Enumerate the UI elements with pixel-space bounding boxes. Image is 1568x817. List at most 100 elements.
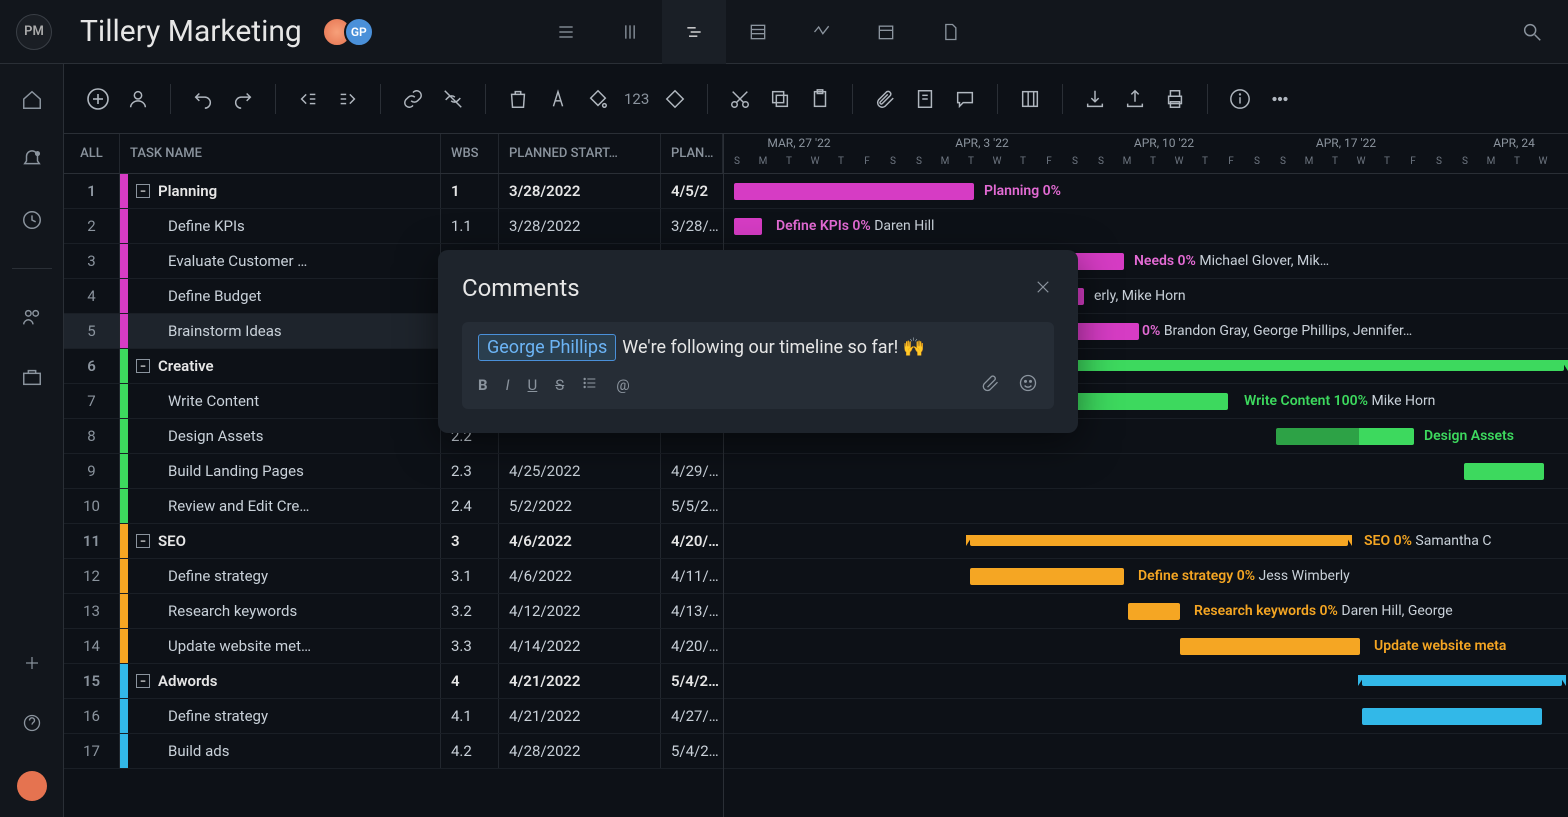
project-members[interactable]: GP	[322, 17, 374, 47]
start-cell[interactable]: 4/6/2022	[499, 559, 661, 593]
fill-color-button[interactable]	[584, 85, 612, 113]
mention-chip[interactable]: George Phillips	[478, 334, 616, 361]
wbs-cell[interactable]: 3.3	[441, 629, 499, 663]
emoji-icon[interactable]	[1018, 373, 1038, 397]
wbs-cell[interactable]: 1	[441, 174, 499, 208]
list-button[interactable]	[582, 375, 598, 395]
wbs-cell[interactable]: 1.1	[441, 209, 499, 243]
team-icon[interactable]	[20, 305, 44, 329]
collapse-icon[interactable]: −	[136, 534, 150, 548]
add-icon[interactable]	[20, 651, 44, 675]
dashboard-view-tab[interactable]	[790, 0, 854, 64]
column-header-name[interactable]: TASK NAME	[120, 134, 441, 173]
delete-button[interactable]	[504, 85, 532, 113]
task-row[interactable]: 17 Build ads 4.2 4/28/2022 5/4/2…	[64, 734, 723, 769]
start-cell[interactable]: 4/21/2022	[499, 664, 661, 698]
gantt-chart[interactable]: MAR, 27 '22APR, 3 '22APR, 10 '22APR, 17 …	[724, 134, 1568, 817]
wbs-cell[interactable]: 3.2	[441, 594, 499, 628]
notifications-icon[interactable]	[20, 148, 44, 172]
start-cell[interactable]: 3/28/2022	[499, 174, 661, 208]
wbs-cell[interactable]: 4	[441, 664, 499, 698]
wbs-cell[interactable]: 4.1	[441, 699, 499, 733]
wbs-cell[interactable]: 3.1	[441, 559, 499, 593]
indent-button[interactable]	[334, 85, 362, 113]
task-row[interactable]: 15 −Adwords 4 4/21/2022 5/4/2…	[64, 664, 723, 699]
gantt-bar[interactable]	[1180, 638, 1360, 655]
task-name-cell[interactable]: −SEO	[128, 524, 441, 558]
text-color-button[interactable]	[544, 85, 572, 113]
print-button[interactable]	[1161, 85, 1189, 113]
collapse-icon[interactable]: −	[136, 184, 150, 198]
wbs-cell[interactable]: 3	[441, 524, 499, 558]
collapse-icon[interactable]: −	[136, 359, 150, 373]
end-cell[interactable]: 5/5/2…	[661, 489, 723, 523]
italic-button[interactable]: I	[506, 376, 510, 394]
attach-icon[interactable]	[980, 373, 1000, 397]
gantt-bar[interactable]	[734, 218, 762, 235]
task-row[interactable]: 11 −SEO 3 4/6/2022 4/20/…	[64, 524, 723, 559]
end-cell[interactable]: 4/5/2	[661, 174, 723, 208]
start-cell[interactable]: 3/28/2022	[499, 209, 661, 243]
end-cell[interactable]: 5/4/2…	[661, 664, 723, 698]
start-cell[interactable]: 4/28/2022	[499, 734, 661, 768]
task-row[interactable]: 1 −Planning 1 3/28/2022 4/5/2	[64, 174, 723, 209]
mention-button[interactable]: @	[616, 376, 629, 394]
import-button[interactable]	[1081, 85, 1109, 113]
gantt-bar[interactable]	[1128, 603, 1180, 620]
task-name-cell[interactable]: Define strategy	[128, 559, 441, 593]
task-name-cell[interactable]: Review and Edit Cre…	[128, 489, 441, 523]
end-cell[interactable]: 4/13/…	[661, 594, 723, 628]
paste-button[interactable]	[806, 85, 834, 113]
start-cell[interactable]: 4/21/2022	[499, 699, 661, 733]
comment-button[interactable]	[951, 85, 979, 113]
task-name-cell[interactable]: Define Budget	[128, 279, 441, 313]
column-header-end[interactable]: PLAN…	[661, 134, 723, 173]
strike-button[interactable]: S	[555, 376, 564, 394]
task-row[interactable]: 2 Define KPIs 1.1 3/28/2022 3/28/…	[64, 209, 723, 244]
column-header-wbs[interactable]: WBS	[441, 134, 499, 173]
app-logo[interactable]: PM	[16, 14, 52, 50]
task-name-cell[interactable]: Design Assets	[128, 419, 441, 453]
task-row[interactable]: 13 Research keywords 3.2 4/12/2022 4/13/…	[64, 594, 723, 629]
link-button[interactable]	[399, 85, 427, 113]
bold-button[interactable]: B	[478, 376, 488, 394]
columns-button[interactable]	[1016, 85, 1044, 113]
recent-icon[interactable]	[20, 208, 44, 232]
task-row[interactable]: 10 Review and Edit Cre… 2.4 5/2/2022 5/5…	[64, 489, 723, 524]
milestone-button[interactable]	[661, 85, 689, 113]
assign-button[interactable]	[124, 85, 152, 113]
list-view-tab[interactable]	[534, 0, 598, 64]
start-cell[interactable]: 4/25/2022	[499, 454, 661, 488]
wbs-cell[interactable]: 4.2	[441, 734, 499, 768]
avatar[interactable]: GP	[344, 17, 374, 47]
board-view-tab[interactable]	[598, 0, 662, 64]
start-cell[interactable]: 4/12/2022	[499, 594, 661, 628]
notes-button[interactable]	[911, 85, 939, 113]
task-name-cell[interactable]: Brainstorm Ideas	[128, 314, 441, 348]
outdent-button[interactable]	[294, 85, 322, 113]
gantt-bar[interactable]	[1464, 463, 1544, 480]
task-name-cell[interactable]: −Creative	[128, 349, 441, 383]
wbs-cell[interactable]: 2.3	[441, 454, 499, 488]
start-cell[interactable]: 5/2/2022	[499, 489, 661, 523]
files-view-tab[interactable]	[918, 0, 982, 64]
task-row[interactable]: 12 Define strategy 3.1 4/6/2022 4/11/…	[64, 559, 723, 594]
task-row[interactable]: 14 Update website met… 3.3 4/14/2022 4/2…	[64, 629, 723, 664]
task-name-cell[interactable]: Evaluate Customer …	[128, 244, 441, 278]
gantt-bar[interactable]	[1362, 708, 1542, 725]
percent-complete-button[interactable]: 123	[624, 90, 649, 108]
column-header-start[interactable]: PLANNED START…	[499, 134, 661, 173]
undo-button[interactable]	[189, 85, 217, 113]
comment-input[interactable]: George Phillips We're following our time…	[462, 322, 1054, 409]
sheet-view-tab[interactable]	[726, 0, 790, 64]
column-header-row[interactable]: ALL	[64, 134, 120, 173]
cut-button[interactable]	[726, 85, 754, 113]
underline-button[interactable]: U	[528, 376, 538, 394]
gantt-bar[interactable]	[734, 183, 974, 200]
close-icon[interactable]	[1034, 278, 1054, 298]
gantt-bar[interactable]	[1362, 675, 1562, 686]
home-icon[interactable]	[20, 88, 44, 112]
help-icon[interactable]	[20, 711, 44, 735]
end-cell[interactable]: 4/11/…	[661, 559, 723, 593]
gantt-bar[interactable]	[970, 568, 1124, 585]
